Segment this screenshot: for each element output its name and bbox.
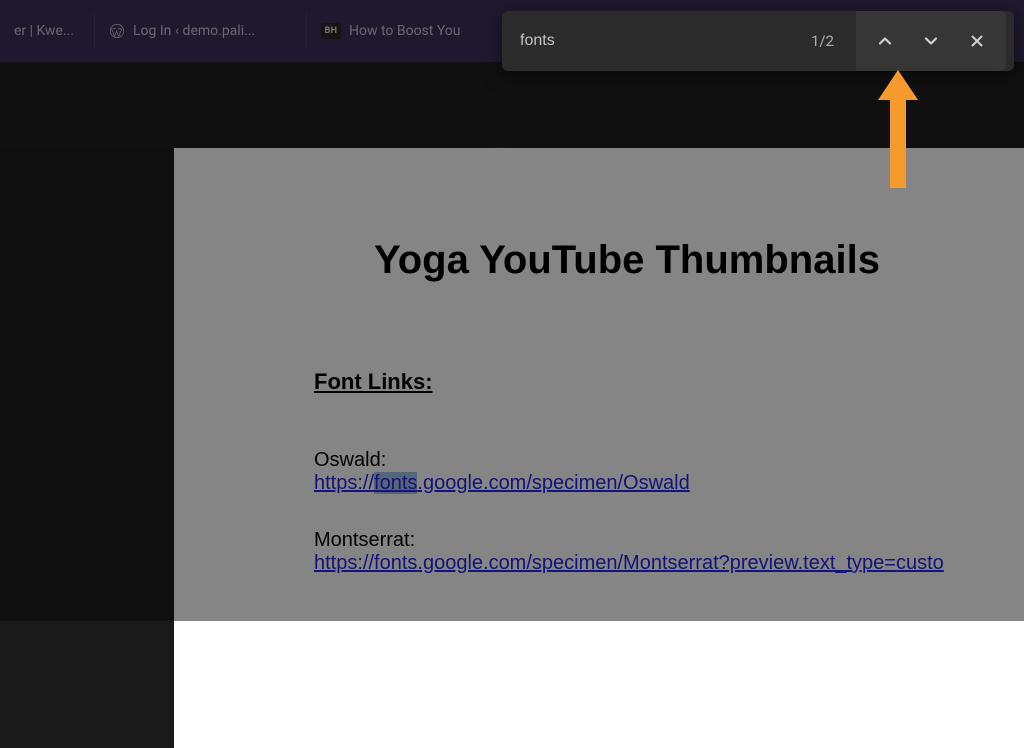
chevron-up-icon [875,31,895,51]
pdf-viewer[interactable]: Yoga YouTube Thumbnails Font Links: Oswa… [0,148,1024,621]
wordpress-icon [109,23,125,39]
font-name: Oswald: [314,449,1024,472]
find-prev-button[interactable] [862,17,908,65]
close-icon [968,32,986,50]
find-match-count: 1/2 [789,32,856,50]
search-match-text: fonts [374,552,417,574]
chevron-down-icon [921,31,941,51]
font-entry: Oswald: https://fonts.google.com/specime… [314,449,1024,495]
find-close-button[interactable] [954,17,1000,65]
tab-label: How to Boost You [349,23,461,39]
font-link[interactable]: https://fonts.google.com/specimen/Montse… [314,552,944,574]
find-input[interactable] [502,11,789,71]
browser-tab[interactable]: Log In ‹ demo.pali... [95,13,307,49]
search-highlight: fonts [374,472,417,494]
find-controls [856,11,1006,71]
browser-tab[interactable]: BH How to Boost You [307,13,494,49]
document-title: Yoga YouTube Thumbnails [374,238,1024,283]
font-entry: Montserrat: https://fonts.google.com/spe… [314,529,1024,575]
find-next-button[interactable] [908,17,954,65]
tab-label: er | Kwe... [14,23,74,39]
tab-label: Log In ‹ demo.pali... [133,23,255,39]
pdf-toolbar: / 2 | 100% | [0,62,1024,148]
font-link[interactable]: https://fonts.google.com/specimen/Oswald [314,472,690,494]
bh-favicon: BH [321,23,341,39]
font-name: Montserrat: [314,529,1024,552]
pdf-page: Yoga YouTube Thumbnails Font Links: Oswa… [174,148,1024,748]
find-in-page-bar: 1/2 [502,11,1014,71]
section-heading: Font Links: [314,369,1024,395]
browser-tab[interactable]: er | Kwe... [0,13,95,49]
